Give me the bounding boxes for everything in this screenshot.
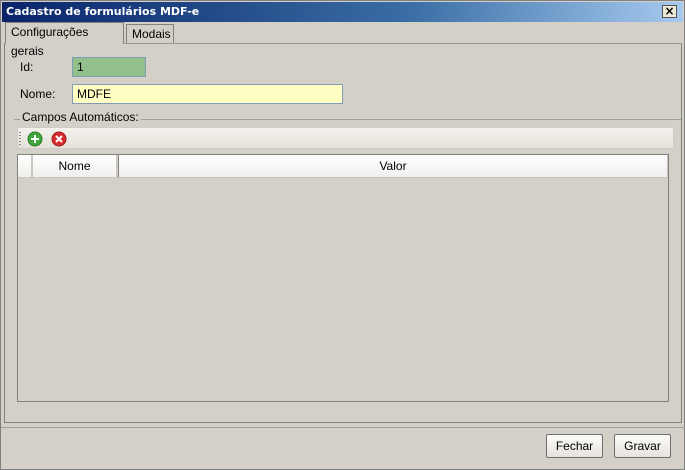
group-label: Campos Automáticos: — [20, 110, 141, 124]
add-icon[interactable] — [27, 131, 43, 147]
column-header-valor[interactable]: Valor — [118, 155, 668, 178]
close-button[interactable]: Fechar — [546, 434, 603, 458]
toolbar-grip[interactable] — [19, 132, 21, 145]
tab-panel: Id: 1 Nome: MDFE Campos Automáticos: Nom… — [4, 43, 682, 423]
id-field[interactable]: 1 — [72, 57, 146, 77]
grid-header: Nome Valor — [18, 155, 668, 178]
tab-modais[interactable]: Modais — [126, 24, 174, 44]
save-button[interactable]: Gravar — [614, 434, 671, 458]
name-label: Nome: — [20, 87, 56, 101]
window-title: Cadastro de formulários MDF-e — [6, 5, 200, 18]
remove-icon[interactable] — [51, 131, 67, 147]
fields-grid[interactable]: Nome Valor — [17, 154, 669, 402]
window: Cadastro de formulários MDF-e × Configur… — [0, 0, 685, 470]
footer-divider — [1, 427, 685, 429]
id-label: Id: — [20, 60, 34, 74]
tab-configuracoes-gerais[interactable]: Configurações gerais — [5, 22, 124, 58]
column-header-nome[interactable]: Nome — [32, 155, 117, 178]
tab-label: Modais — [132, 27, 171, 41]
close-window-button[interactable]: × — [662, 5, 677, 18]
row-selector-header — [18, 155, 32, 178]
title-bar: Cadastro de formulários MDF-e × — [2, 2, 683, 22]
close-icon: × — [664, 4, 675, 18]
name-field[interactable]: MDFE — [72, 84, 343, 104]
fields-toolbar — [17, 127, 674, 149]
